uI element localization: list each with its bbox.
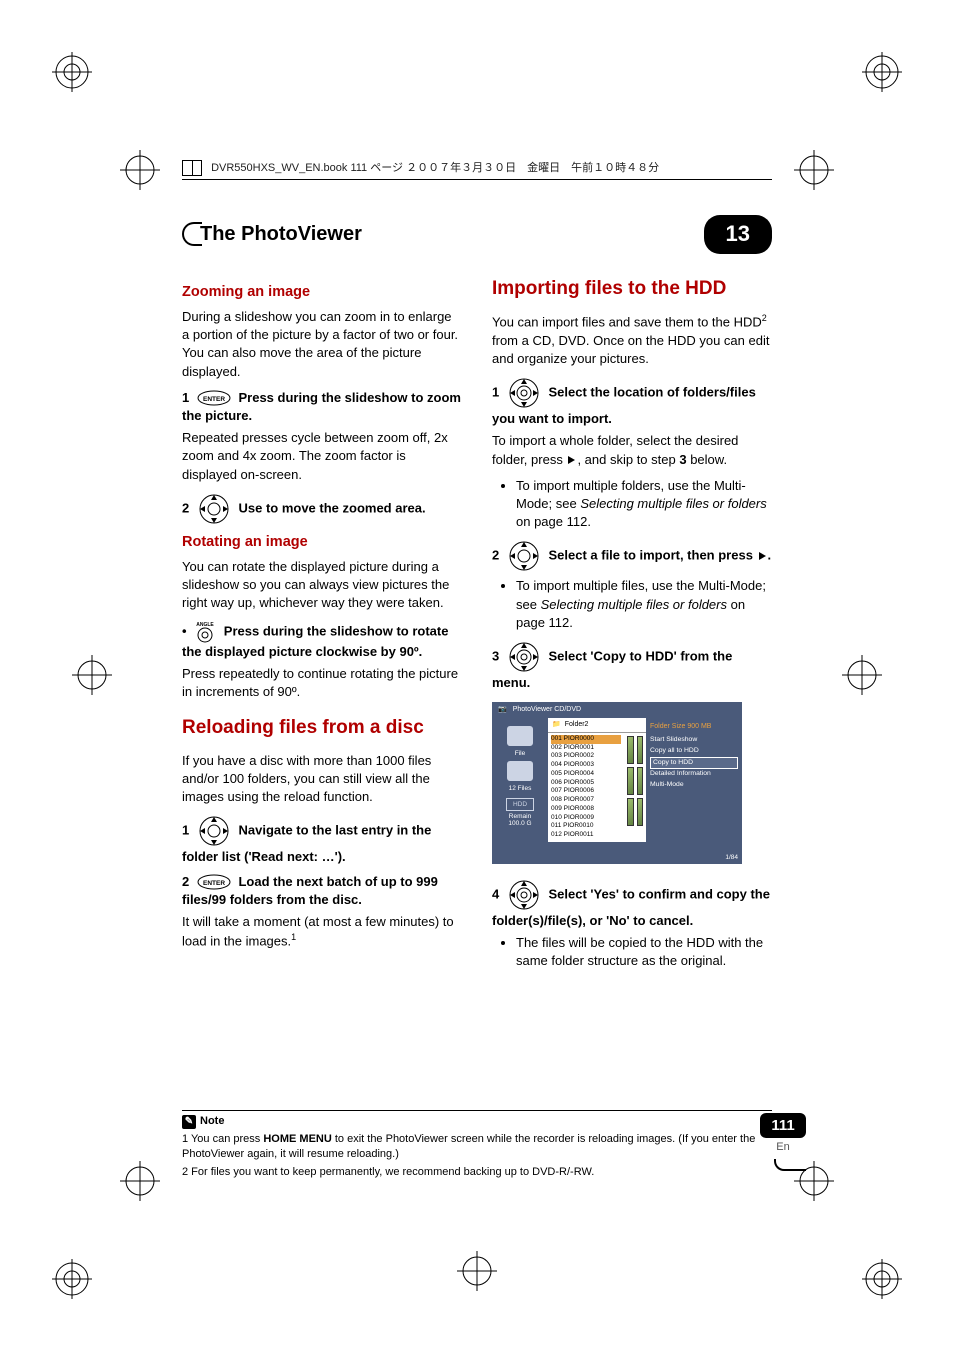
footnote-2: 2 For files you want to keep permanently…: [182, 1165, 772, 1180]
ss-hdd-label: HDD: [506, 798, 534, 811]
ss-files-icon: [507, 761, 533, 781]
dpad-enter-icon: [507, 878, 541, 912]
page-number: 111 En: [760, 1113, 806, 1171]
para-zoom-intro: During a slideshow you can zoom in to en…: [182, 308, 462, 381]
note-label-text: Note: [200, 1114, 224, 1129]
para-reload-after: It will take a moment (at most a few min…: [182, 913, 462, 951]
chapter-number-badge: 13: [704, 215, 772, 254]
para-import-1a: To import a whole folder, select the des…: [492, 432, 772, 468]
step-import-1: 1 Select the location of folders/files y…: [492, 376, 772, 428]
page-header-line: DVR550HXS_WV_EN.book 111 ページ ２００７年３月３０日 …: [182, 160, 772, 180]
section-title: The PhotoViewer: [200, 220, 704, 248]
crop-mark: [457, 1251, 497, 1291]
step-import-2: 2 Select a file to import, then press .: [492, 539, 772, 573]
bullet-copy-result: The files will be copied to the HDD with…: [492, 934, 772, 970]
heading-reloading: Reloading files from a disc: [182, 715, 462, 742]
step-zoom-2: 2 Use to move the zoomed area.: [182, 492, 462, 526]
crop-mark: [862, 52, 902, 92]
right-column: Importing files to the HDD You can impor…: [492, 276, 772, 979]
step-rotate: • ANGLE Press during the slideshow to ro…: [182, 621, 462, 661]
ss-remain-label: Remain100.0 G: [494, 813, 546, 827]
ss-file-label: File: [494, 750, 546, 757]
footnote-1: 1 You can press HOME MENU to exit the Ph…: [182, 1132, 772, 1162]
right-arrow-icon: [568, 456, 575, 464]
left-column: Zooming an image During a slideshow you …: [182, 276, 462, 979]
svg-text:ENTER: ENTER: [203, 880, 225, 887]
bullet-import-files: To import multiple files, use the Multi-…: [492, 577, 772, 632]
page-number-value: 111: [760, 1113, 806, 1138]
crop-mark: [52, 1259, 92, 1299]
crop-mark: [72, 655, 112, 695]
heading-rotating: Rotating an image: [182, 532, 462, 552]
note-icon: ✎: [182, 1115, 196, 1129]
step-zoom-1: 1 ENTER Press during the slideshow to zo…: [182, 389, 462, 425]
enter-button-icon: ENTER: [197, 874, 231, 890]
ss-file-list: 001 PIOR0000 002 PIOR0001 003 PIOR0002 0…: [548, 733, 624, 842]
ss-title: PhotoViewer CD/DVD: [513, 705, 581, 715]
para-rotate-intro: You can rotate the displayed picture dur…: [182, 558, 462, 613]
crop-mark: [842, 655, 882, 695]
page-number-lang: En: [760, 1140, 806, 1155]
para-import-intro: You can import files and save them to th…: [492, 312, 772, 368]
ss-file-icon: [507, 726, 533, 746]
crop-mark: [794, 150, 834, 190]
section-title-bar: The PhotoViewer 13: [182, 215, 772, 254]
heading-importing: Importing files to the HDD: [492, 276, 772, 303]
dpad-nav-icon: [197, 814, 231, 848]
ss-pager: 1/84: [725, 853, 738, 862]
crop-mark: [120, 150, 160, 190]
dpad-enter-icon: [507, 376, 541, 410]
enter-button-icon: ENTER: [197, 390, 231, 406]
ss-camera-icon: 📷: [498, 705, 507, 715]
crop-mark: [52, 52, 92, 92]
dpad-enter-icon: [507, 640, 541, 674]
photoviewer-screenshot: 📷 PhotoViewer CD/DVD File 12 Files HDD R…: [492, 702, 742, 864]
step-reload-2: 2 ENTER Load the next batch of up to 999…: [182, 873, 462, 909]
ss-menu-selected: Copy to HDD: [650, 757, 738, 770]
step-import-3: 3 Select 'Copy to HDD' from the menu.: [492, 640, 772, 692]
svg-text:ANGLE: ANGLE: [196, 622, 214, 628]
para-rotate-after: Press repeatedly to continue rotating th…: [182, 665, 462, 701]
dpad-nav-icon: [197, 492, 231, 526]
crop-mark: [862, 1259, 902, 1299]
svg-text:ENTER: ENTER: [203, 396, 225, 403]
ss-context-menu: Start Slideshow Copy all to HDD Copy to …: [650, 735, 738, 791]
bullet-import-folders: To import multiple folders, use the Mult…: [492, 477, 772, 532]
para-zoom-after: Repeated presses cycle between zoom off,…: [182, 429, 462, 484]
header-file-text: DVR550HXS_WV_EN.book 111 ページ ２００７年３月３０日 …: [211, 162, 659, 174]
ss-folder-name: Folder2: [565, 720, 589, 730]
step-import-4: 4 Select 'Yes' to confirm and copy the f…: [492, 878, 772, 930]
step-reload-1: 1 Navigate to the last entry in the fold…: [182, 814, 462, 866]
right-arrow-icon: [759, 552, 766, 560]
para-reload-intro: If you have a disc with more than 1000 f…: [182, 752, 462, 807]
angle-button-icon: ANGLE: [194, 621, 216, 643]
heading-zooming: Zooming an image: [182, 282, 462, 302]
dpad-nav-icon: [507, 539, 541, 573]
crop-mark: [120, 1161, 160, 1201]
book-icon: [182, 160, 202, 176]
ss-folder-icon: 📁: [552, 720, 561, 730]
ss-thumbnails: [624, 733, 646, 842]
ss-files-label: 12 Files: [494, 785, 546, 792]
footnotes: ✎ Note 1 You can press HOME MENU to exit…: [182, 1110, 772, 1181]
ss-folder-size: Folder Size 900 MB: [650, 722, 738, 732]
